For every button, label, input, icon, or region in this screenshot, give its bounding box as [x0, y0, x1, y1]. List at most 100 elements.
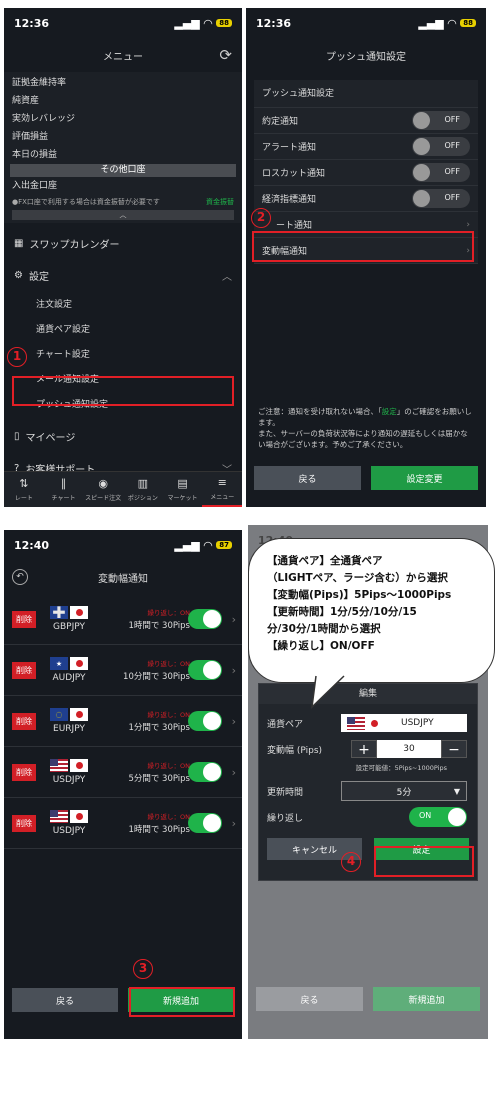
losscut-notification-toggle[interactable]: OFF — [412, 163, 470, 182]
tab-market[interactable]: ▤ マーケット — [163, 472, 203, 507]
chart-icon: ∥ — [60, 477, 67, 490]
tab-rate[interactable]: ⇅ レート — [4, 472, 44, 507]
notice-text: ご注意：通知を受け取れない場合、「設定」のご確認をお願いします。 また、サーバー… — [258, 406, 474, 450]
transfer-link[interactable]: 資金振替 — [206, 197, 234, 207]
menu-item-settings[interactable]: ⚙ 設定 ︿ — [4, 259, 242, 291]
list-item[interactable]: 削除 USDJPY 繰り返し：ON 5分間で 30Pips › — [4, 747, 242, 798]
back-button[interactable]: 戻る — [12, 988, 118, 1012]
list-item[interactable]: 削除 USDJPY 繰り返し：ON 1時間で 30Pips › — [4, 798, 242, 849]
add-new-button[interactable]: 新規追加 — [373, 987, 480, 1011]
alert-condition: 1時間で 30Pips — [128, 825, 190, 835]
alert-toggle[interactable] — [188, 762, 222, 782]
wifi-icon: ◠ — [447, 16, 457, 30]
other-account-header: その他口座 — [10, 164, 236, 177]
speed-order-icon: ◉ — [98, 477, 108, 490]
battery-icon: 87 — [216, 541, 232, 549]
alert-toggle[interactable] — [188, 813, 222, 833]
toggle-row-fill: 約定通知 OFF — [254, 108, 478, 134]
repeat-toggle[interactable]: ON — [409, 807, 467, 827]
dialog-title: 編集 — [259, 684, 477, 704]
interval-select[interactable]: 5分 ▼ — [341, 781, 467, 801]
delete-button[interactable]: 削除 — [12, 814, 36, 832]
signal-icon: ▂▄▆ — [418, 16, 444, 30]
settings-link[interactable]: 設定 — [382, 407, 397, 416]
card-title: プッシュ通知設定 — [254, 80, 478, 108]
wifi-icon: ◠ — [203, 16, 213, 30]
range-input[interactable]: 30 — [377, 740, 441, 758]
list-item[interactable]: 削除 ✚ GBPJPY 繰り返し：ON 1時間で 30Pips › — [4, 594, 242, 645]
status-time: 12:40 — [14, 538, 50, 552]
chevron-right-icon: › — [231, 816, 236, 830]
settings-chart[interactable]: チャート設定 — [4, 341, 242, 366]
signal-icon: ▂▄▆ — [174, 538, 200, 552]
chevron-right-icon: › — [231, 663, 236, 677]
list-item[interactable]: 削除 ★ AUDJPY 繰り返し：ON 10分間で 30Pips › — [4, 645, 242, 696]
alert-toggle[interactable] — [188, 609, 222, 629]
alert-condition: 5分間で 30Pips — [128, 774, 190, 784]
save-settings-button[interactable]: 設定変更 — [371, 466, 478, 490]
jp-flag-icon — [70, 759, 88, 772]
account-row: 証拠金維持率 — [12, 78, 67, 88]
plus-button[interactable]: + — [351, 740, 377, 758]
battery-icon: 88 — [216, 19, 232, 27]
settings-currency-pair[interactable]: 通貨ペア設定 — [4, 316, 242, 341]
chevron-right-icon: › — [466, 219, 470, 230]
jp-flag-icon — [365, 716, 383, 730]
toggle-state: OFF — [444, 141, 461, 150]
delete-button[interactable]: 削除 — [12, 763, 36, 781]
account-row: 本日の損益 — [12, 150, 58, 160]
minus-button[interactable]: − — [441, 740, 467, 758]
tab-position[interactable]: ▥ ポジション — [123, 472, 163, 507]
page-title: プッシュ通知設定 — [326, 51, 406, 63]
alert-toggle[interactable] — [188, 711, 222, 731]
delete-button[interactable]: 削除 — [12, 661, 36, 679]
toggle-label: ロスカット通知 — [262, 169, 326, 179]
tab-speed-order[interactable]: ◉ スピード注文 — [83, 472, 123, 507]
back-button[interactable]: 戻る — [254, 466, 361, 490]
delete-button[interactable]: 削除 — [12, 610, 36, 628]
back-icon[interactable]: ↶ — [12, 569, 28, 585]
callout-line: 分/30分/1時間から選択 — [267, 623, 381, 635]
range-hint: 設定可能値：5Pips~1000Pips — [355, 764, 447, 772]
pair-select[interactable]: USDJPY — [341, 714, 467, 732]
header: メニュー ⟳ — [4, 38, 242, 72]
chevron-right-icon: › — [231, 714, 236, 728]
menu-screen: 12:36 ▂▄▆ ◠ 88 メニュー ⟳ 証拠金維持率 純資産 実効レバレッジ 評… — [4, 8, 242, 507]
refresh-icon[interactable]: ⟳ — [219, 46, 232, 64]
interval-value: 5分 — [396, 787, 412, 798]
toggle-label: 約定通知 — [262, 117, 299, 127]
jp-flag-icon — [70, 657, 88, 670]
delete-button[interactable]: 削除 — [12, 712, 36, 730]
range-stepper[interactable]: + 30 − — [351, 740, 467, 758]
fx-note: ●FX口座で利用する場合は資金振替が必要です — [12, 198, 160, 206]
tab-chart[interactable]: ∥ チャート — [44, 472, 84, 507]
highlight-confirm — [374, 846, 474, 877]
gear-icon: ⚙ — [14, 269, 23, 281]
toggle-state: OFF — [444, 167, 461, 176]
economic-notification-toggle[interactable]: OFF — [412, 189, 470, 208]
callout-line: 【通貨ペア】全通貨ペア — [267, 555, 383, 567]
back-button[interactable]: 戻る — [256, 987, 363, 1011]
menu-item-swap-calendar[interactable]: ▦ スワップカレンダー — [4, 227, 242, 259]
menu-label: 設定 — [28, 271, 49, 283]
alert-notification-toggle[interactable]: OFF — [412, 137, 470, 156]
settings-order[interactable]: 注文設定 — [4, 291, 242, 316]
list-item[interactable]: 削除 ◌ EURJPY 繰り返し：ON 1分間で 30Pips › — [4, 696, 242, 747]
chevron-right-icon: › — [231, 612, 236, 626]
field-label: 変動幅 (Pips) — [267, 745, 323, 756]
bottom-tab-bar: ⇅ レート ∥ チャート ◉ スピード注文 ▥ ポジション ▤ マーケット ≡ メニュー — [4, 471, 242, 507]
status-bar: 12:36 ▂▄▆ ◠ 88 — [246, 8, 486, 38]
toggle-label: アラート通知 — [262, 143, 317, 153]
menu-item-mypage[interactable]: ▯ マイページ — [4, 420, 242, 452]
eu-flag-icon: ◌ — [50, 708, 68, 721]
callout-bubble: 【通貨ペア】全通貨ペア （LIGHTペア、ラージ含む）から選択 【変動幅(Pip… — [248, 538, 495, 683]
collapse-handle[interactable]: ︿ — [12, 210, 234, 220]
callout-line: 【変動幅(Pips)】5Pips～1000Pips — [267, 589, 452, 601]
us-flag-icon — [347, 716, 365, 730]
notice-part: また、サーバーの負荷状況等により通知の遅延もしくは届かない場合がございます。予め… — [258, 429, 468, 449]
chevron-right-icon: › — [231, 765, 236, 779]
fill-notification-toggle[interactable]: OFF — [412, 111, 470, 130]
tab-menu[interactable]: ≡ メニュー — [202, 472, 242, 507]
deposit-row: 入出金口座 — [12, 181, 58, 191]
alert-toggle[interactable] — [188, 660, 222, 680]
